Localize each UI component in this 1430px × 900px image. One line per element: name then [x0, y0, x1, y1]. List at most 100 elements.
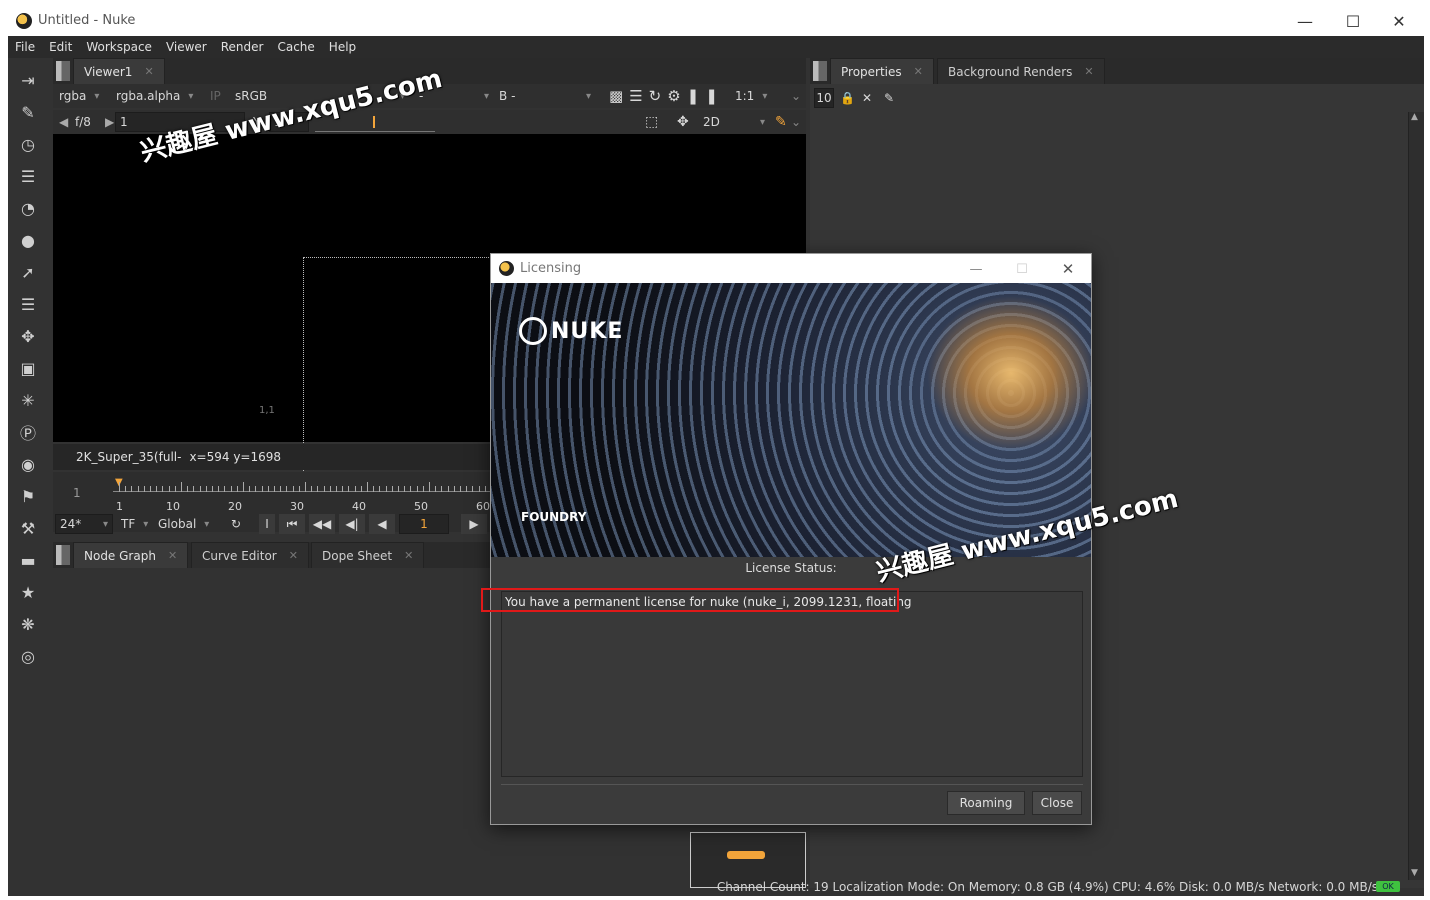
zoom-dropdown[interactable]: 1:1 — [735, 86, 767, 106]
tab-properties[interactable]: Properties ✕ — [830, 58, 934, 84]
pause-icon[interactable]: ❚❚ — [687, 87, 724, 105]
metadata-tools-icon[interactable]: ⚑ — [16, 484, 40, 508]
particle-emitter-icon[interactable]: ❋ — [16, 612, 40, 636]
menu-help[interactable]: Help — [322, 40, 363, 54]
toolsets-icon[interactable]: ⚒ — [16, 516, 40, 540]
deep-tools-icon[interactable]: Ⓟ — [16, 420, 40, 444]
scroll-up-icon[interactable]: ▲ — [1411, 112, 1418, 122]
color-picker-icon[interactable]: ✎ — [775, 112, 787, 132]
ip-button[interactable]: IP — [210, 86, 221, 106]
play-backward-icon[interactable]: ◀ — [369, 514, 395, 534]
tab-viewer1[interactable]: Viewer1 ✕ — [73, 58, 165, 84]
dialog-close-button[interactable]: ✕ — [1045, 254, 1091, 284]
particles-tools-icon[interactable]: ✳ — [16, 388, 40, 412]
timeline-tick — [422, 486, 424, 492]
clear-panels-icon[interactable]: ✕ — [862, 88, 872, 108]
chevron-down-icon[interactable]: ⌄ — [791, 86, 801, 106]
settings-icon[interactable]: ⚙ — [667, 87, 686, 105]
close-icon[interactable]: ✕ — [144, 65, 153, 78]
properties-scrollbar[interactable]: ▲ ▼ — [1408, 112, 1424, 880]
minimize-button[interactable]: — — [1282, 6, 1328, 36]
menu-workspace[interactable]: Workspace — [79, 40, 159, 54]
3d-tools-icon[interactable]: ▣ — [16, 356, 40, 380]
frame-field[interactable]: 1 — [399, 514, 449, 534]
color-tools-icon[interactable]: ◔ — [16, 196, 40, 220]
close-icon[interactable]: ✕ — [168, 549, 177, 562]
loop-icon[interactable]: ↻ — [231, 514, 241, 534]
tab-dope-sheet[interactable]: Dope Sheet ✕ — [311, 542, 425, 568]
gamma-slider-handle[interactable] — [373, 116, 375, 128]
transform-tools-icon[interactable]: ✥ — [16, 324, 40, 348]
timeline-tick — [230, 486, 232, 492]
scroll-down-icon[interactable]: ▼ — [1411, 868, 1418, 878]
timeline-tick — [305, 482, 306, 492]
close-icon[interactable]: ✕ — [914, 65, 923, 78]
prev-keyframe-icon[interactable]: ◀◀ — [309, 514, 335, 534]
menu-file[interactable]: File — [8, 40, 42, 54]
close-icon[interactable]: ✕ — [404, 549, 413, 562]
other-tools-icon[interactable]: ▬ — [16, 548, 40, 572]
close-icon[interactable]: ✕ — [1084, 65, 1093, 78]
step-button[interactable]: I — [259, 514, 275, 534]
panel-handle-icon[interactable] — [813, 61, 827, 81]
maximize-button[interactable]: ☐ — [1330, 6, 1376, 36]
wipe-icon[interactable]: ▩ — [609, 87, 629, 105]
zoom-value: 1:1 — [735, 89, 755, 103]
license-status-textarea[interactable] — [501, 591, 1083, 777]
fstop-decrease-icon[interactable]: ◀ — [59, 112, 68, 132]
tab-node-graph[interactable]: Node Graph ✕ — [73, 542, 189, 568]
prev-frame-icon[interactable]: ◀| — [339, 514, 365, 534]
first-frame-icon[interactable]: ⏮ — [279, 514, 305, 534]
roi-icon[interactable]: ⬚ — [645, 112, 658, 132]
channel-tools-icon[interactable]: ☰ — [16, 164, 40, 188]
furnace-tools-icon[interactable]: ★ — [16, 580, 40, 604]
timeline-tick — [385, 486, 387, 492]
keyer-tools-icon[interactable]: ➚ — [16, 260, 40, 284]
filter-tools-icon[interactable]: ● — [16, 228, 40, 252]
lock-icon[interactable]: 🔒 — [840, 88, 855, 108]
menu-cache[interactable]: Cache — [270, 40, 321, 54]
channels-dropdown[interactable]: rgba — [59, 86, 99, 106]
compare-icon[interactable]: ☰ — [629, 87, 648, 105]
global-dropdown[interactable]: Global — [158, 514, 209, 534]
roaming-button[interactable]: Roaming — [947, 791, 1025, 815]
menu-render[interactable]: Render — [214, 40, 271, 54]
timeline-tick — [348, 486, 350, 492]
dialog-titlebar: Licensing — ☐ ✕ — [491, 254, 1091, 283]
menu-viewer[interactable]: Viewer — [159, 40, 214, 54]
timeline-tick — [193, 486, 195, 492]
close-button[interactable]: Close — [1032, 791, 1082, 815]
viewer-node[interactable] — [727, 851, 765, 859]
dialog-minimize-button[interactable]: — — [953, 254, 999, 284]
ocula-tools-icon[interactable]: ◎ — [16, 644, 40, 668]
b-input-dropdown[interactable]: B - ▾ — [499, 86, 591, 106]
timeline-tick — [243, 482, 244, 492]
timeline-tick — [255, 486, 257, 492]
draw-tools-icon[interactable]: ✎ — [16, 100, 40, 124]
fps-dropdown[interactable]: 24* ▾ — [55, 514, 113, 534]
fstop-value[interactable]: f/8 — [75, 112, 91, 132]
panel-handle-icon[interactable] — [56, 61, 70, 81]
menu-edit[interactable]: Edit — [42, 40, 79, 54]
license-status-label: License Status: — [745, 561, 837, 575]
fstop-increase-icon[interactable]: ▶ — [105, 112, 114, 132]
views-tools-icon[interactable]: ◉ — [16, 452, 40, 476]
panel-handle-icon[interactable] — [56, 545, 70, 565]
close-window-button[interactable]: ✕ — [1376, 6, 1422, 36]
alpha-dropdown[interactable]: rgba.alpha — [116, 86, 193, 106]
proxy-icon[interactable]: ✥ — [677, 112, 689, 132]
merge-tools-icon[interactable]: ☰ — [16, 292, 40, 316]
tf-dropdown[interactable]: TF — [121, 514, 148, 534]
play-forward-icon[interactable]: ▶ — [461, 514, 487, 534]
refresh-icon[interactable]: ↻ — [649, 87, 668, 105]
max-panels-field[interactable]: 10 — [814, 88, 834, 108]
edit-icon[interactable]: ✎ — [884, 88, 894, 108]
tab-background-renders[interactable]: Background Renders ✕ — [937, 58, 1105, 84]
tf-value: TF — [121, 517, 136, 531]
close-icon[interactable]: ✕ — [289, 549, 298, 562]
chevron-down-icon[interactable]: ⌄ — [791, 112, 801, 132]
tab-curve-editor[interactable]: Curve Editor ✕ — [191, 542, 309, 568]
image-tools-icon[interactable]: ⇥ — [16, 68, 40, 92]
view-mode-dropdown[interactable]: 2D — [703, 112, 765, 132]
time-tools-icon[interactable]: ◷ — [16, 132, 40, 156]
